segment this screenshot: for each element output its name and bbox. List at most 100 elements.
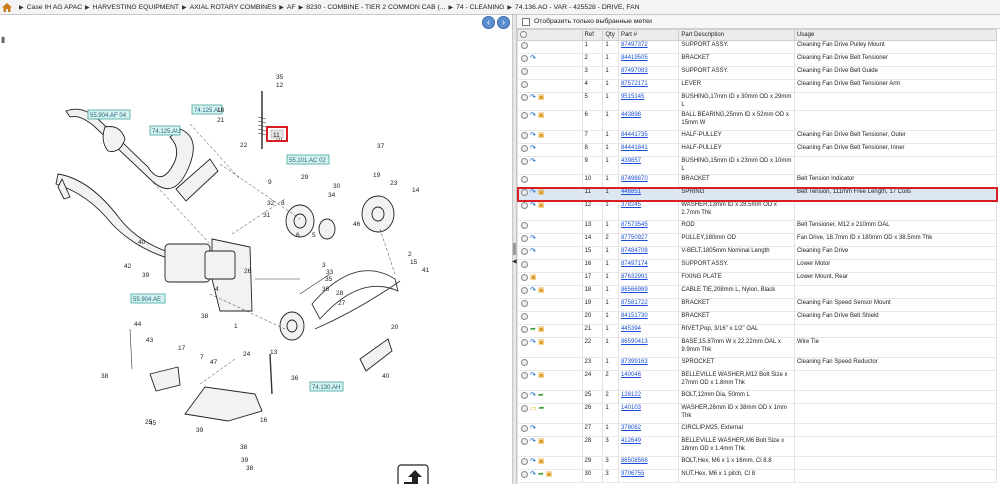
callout-number[interactable]: 35 bbox=[325, 276, 333, 283]
callout-number[interactable]: 2 bbox=[408, 251, 412, 258]
kit-icon[interactable]: ▣ bbox=[538, 112, 545, 120]
row-part-number[interactable]: 378062 bbox=[621, 425, 641, 431]
select-row-radio[interactable] bbox=[521, 339, 528, 347]
select-row-radio[interactable] bbox=[521, 222, 528, 229]
callout-number[interactable]: 35 bbox=[276, 74, 284, 81]
callout-number[interactable]: 38 bbox=[246, 465, 254, 472]
select-row-radio[interactable] bbox=[521, 94, 528, 102]
row-part-number[interactable]: 87573545 bbox=[621, 222, 648, 228]
callout-number[interactable]: 18 bbox=[217, 107, 225, 114]
callout-number[interactable]: 6 bbox=[296, 232, 300, 239]
callout-number[interactable]: 37 bbox=[377, 143, 385, 150]
callout-number[interactable]: 31 bbox=[263, 212, 271, 219]
callout-number[interactable]: 41 bbox=[422, 267, 430, 274]
table-row[interactable]: ▣ 17 1 87632991 FIXING PLATE Lower Mount, Rea… bbox=[517, 272, 998, 286]
table-row[interactable]: ▭ ➦ 26 1 140103 WASHER,26mm ID x 38mm OD x 1m… bbox=[517, 403, 998, 424]
column-header-qty[interactable]: Qty bbox=[602, 29, 619, 41]
row-part-number[interactable]: 87497372 bbox=[621, 42, 648, 48]
select-row-radio[interactable] bbox=[521, 359, 528, 366]
row-part-number[interactable]: 84419505 bbox=[621, 55, 648, 61]
select-row-radio[interactable] bbox=[521, 132, 528, 140]
selected-callout[interactable]: 11 bbox=[266, 126, 288, 142]
select-row-radio[interactable] bbox=[521, 471, 528, 479]
kit-icon[interactable]: ▣ bbox=[538, 287, 545, 295]
reference-label[interactable]: 55.904.AE bbox=[130, 293, 166, 304]
callout-number[interactable]: 26 bbox=[244, 268, 252, 275]
callout-number[interactable]: 47 bbox=[210, 359, 218, 366]
row-part-number[interactable]: 9515145 bbox=[621, 94, 644, 100]
information-icon[interactable]: ↷ bbox=[530, 189, 536, 197]
callout-number[interactable]: 24 bbox=[243, 351, 251, 358]
reference-label[interactable]: 74.130.AH bbox=[309, 381, 344, 392]
row-part-number[interactable]: 140046 bbox=[621, 372, 641, 378]
callout-number[interactable]: 42 bbox=[124, 263, 132, 270]
callout-number[interactable]: 39 bbox=[241, 457, 249, 464]
callout-number[interactable]: 1 bbox=[234, 323, 238, 330]
callout-number[interactable]: 17 bbox=[178, 345, 186, 352]
previous-diagram-button[interactable]: ‹ bbox=[482, 16, 495, 29]
row-part-number[interactable]: 87581722 bbox=[621, 300, 648, 306]
note-icon[interactable]: ▭ bbox=[530, 405, 537, 413]
row-part-number[interactable]: 87750927 bbox=[621, 235, 648, 241]
callout-number[interactable]: 38 bbox=[101, 373, 109, 380]
breadcrumb-item[interactable]: HARVESTING EQUIPMENT bbox=[93, 4, 179, 11]
kit-icon[interactable]: ▣ bbox=[538, 326, 545, 334]
callout-number[interactable]: 36 bbox=[322, 286, 330, 293]
select-row-radio[interactable] bbox=[521, 313, 528, 320]
breadcrumb-item[interactable]: AF bbox=[287, 4, 296, 11]
kit-icon[interactable]: ▣ bbox=[538, 132, 545, 140]
table-row[interactable]: ↷ ▣ 7 1 84441735 HALF-PULLEY Cleaning Fan Driv… bbox=[517, 130, 998, 144]
column-header-description[interactable]: Part Description bbox=[678, 29, 795, 41]
reference-label[interactable]: 55.904.AF 04 bbox=[87, 109, 131, 120]
select-row-radio[interactable] bbox=[521, 158, 528, 166]
callout-number[interactable]: 32 bbox=[267, 200, 275, 207]
row-part-number[interactable]: 128122 bbox=[621, 392, 641, 398]
reference-label[interactable]: 55.101.AC 02 bbox=[286, 154, 330, 165]
table-row[interactable]: ↷ ▣ 29 3 86508568 BOLT,Hex, M6 x 1 x 16mm, Cl… bbox=[517, 456, 998, 470]
kit-icon[interactable]: ▣ bbox=[538, 372, 545, 380]
table-row[interactable]: ↷ ➦ 25 2 128122 BOLT,12mm Dia, 50mm L bbox=[517, 390, 998, 404]
select-row-radio[interactable] bbox=[521, 438, 528, 446]
callout-number[interactable]: 23 bbox=[390, 180, 398, 187]
information-icon[interactable]: ↷ bbox=[530, 94, 536, 102]
replacement-icon[interactable]: ➦ bbox=[530, 326, 536, 334]
table-row[interactable]: 16 1 87497174 SUPPORT ASSY. Lower Motor bbox=[517, 259, 998, 273]
select-row-radio[interactable] bbox=[521, 81, 528, 88]
breadcrumb-item[interactable]: 74.136.AO - VAR - 425528 - DRIVE, FAN bbox=[515, 4, 640, 11]
callout-number[interactable]: 33 bbox=[326, 269, 334, 276]
column-header-ref[interactable]: Ref bbox=[581, 29, 604, 41]
row-part-number[interactable]: 87484708 bbox=[621, 248, 648, 254]
table-row[interactable]: ↷ ▣ 6 1 443898 BALL BEARING,25mm ID x 52mm OD… bbox=[517, 110, 998, 131]
select-row-radio[interactable] bbox=[521, 261, 528, 268]
table-row[interactable]: 1 1 87497372 SUPPORT ASSY. Cleaning Fan Driv… bbox=[517, 40, 998, 54]
row-part-number[interactable]: 86508568 bbox=[621, 458, 648, 464]
kit-icon[interactable]: ▣ bbox=[530, 274, 537, 282]
callout-number[interactable]: 16 bbox=[260, 417, 268, 424]
kit-icon[interactable]: ▣ bbox=[538, 189, 545, 197]
select-row-radio[interactable] bbox=[521, 392, 528, 400]
information-icon[interactable]: ↷ bbox=[530, 471, 536, 479]
row-part-number[interactable]: 140103 bbox=[621, 405, 641, 411]
row-part-number[interactable]: 378245 bbox=[621, 202, 641, 208]
information-icon[interactable]: ↷ bbox=[530, 339, 536, 347]
replacement-icon[interactable]: ➦ bbox=[538, 471, 544, 479]
row-part-number[interactable]: 86566989 bbox=[621, 287, 648, 293]
callout-number[interactable]: 14 bbox=[412, 187, 420, 194]
select-row-radio[interactable] bbox=[521, 176, 528, 183]
select-row-radio[interactable] bbox=[521, 112, 528, 120]
select-row-radio[interactable] bbox=[521, 274, 528, 282]
table-row[interactable]: 10 1 87498870 BRACKET Belt Tension Indicator bbox=[517, 174, 998, 188]
splitter-grip-icon[interactable] bbox=[513, 243, 516, 255]
table-row[interactable]: 19 1 87581722 BRACKET Cleaning Fan Speed Sen… bbox=[517, 298, 998, 312]
information-icon[interactable]: ↷ bbox=[530, 158, 536, 166]
callout-number[interactable]: 27 bbox=[338, 300, 346, 307]
table-row[interactable]: ↷ 8 1 84441841 HALF-PULLEY Cleaning Fan Drive… bbox=[517, 143, 998, 157]
row-part-number[interactable]: 443898 bbox=[621, 112, 641, 118]
row-part-number[interactable]: 84151730 bbox=[621, 313, 648, 319]
callout-number[interactable]: 21 bbox=[217, 117, 225, 124]
row-part-number[interactable]: 87632991 bbox=[621, 274, 648, 280]
row-part-number[interactable]: 87399163 bbox=[621, 359, 648, 365]
table-row[interactable]: ↷ ▣ 24 2 140046 BELLEVILLE WASHER,M12 Bolt Si… bbox=[517, 370, 998, 391]
next-diagram-button[interactable]: › bbox=[497, 16, 510, 29]
kit-icon[interactable]: ▣ bbox=[546, 471, 553, 479]
